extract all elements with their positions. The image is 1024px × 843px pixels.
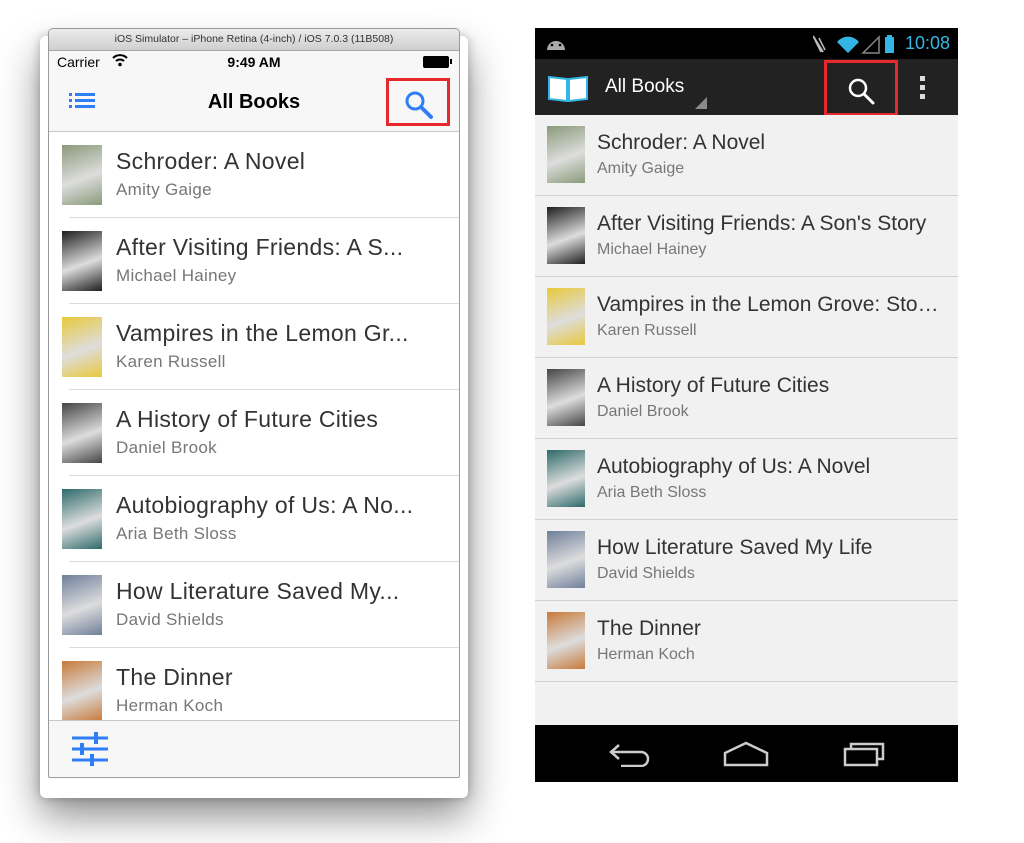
- list-item[interactable]: Schroder: A Novel Amity Gaige: [49, 132, 459, 218]
- book-cover: [547, 126, 585, 183]
- book-title: After Visiting Friends: A S...: [116, 234, 404, 260]
- android-action-bar: All Books: [535, 59, 958, 116]
- book-author: Aria Beth Sloss: [116, 524, 237, 543]
- book-author: David Shields: [597, 565, 695, 582]
- list-item[interactable]: How Literature Saved My Life David Shiel…: [535, 520, 958, 601]
- book-title: Schroder: A Novel: [116, 148, 306, 174]
- book-author: Amity Gaige: [597, 160, 685, 177]
- book-title: Vampires in the Lemon Grove: Stori...: [597, 293, 944, 316]
- ios-book-list: Schroder: A Novel Amity Gaige After Visi…: [49, 132, 459, 734]
- list-item[interactable]: After Visiting Friends: A Son's Story Mi…: [535, 196, 958, 277]
- book-cover: [62, 575, 102, 635]
- book-author: Amity Gaige: [116, 180, 212, 199]
- book-cover: [547, 531, 585, 588]
- book-cover: [547, 612, 585, 669]
- book-title: A History of Future Cities: [597, 374, 830, 397]
- book-author: Herman Koch: [116, 696, 224, 715]
- book-cover: [62, 317, 102, 377]
- book-cover: [62, 661, 102, 721]
- home-icon[interactable]: [721, 741, 771, 767]
- android-screen: 10:08 All Books Schroder: A Novel Amity …: [535, 28, 958, 782]
- book-author: Michael Hainey: [116, 266, 237, 285]
- list-item[interactable]: Vampires in the Lemon Grove: Stori... Ka…: [535, 277, 958, 358]
- book-author: Aria Beth Sloss: [597, 484, 707, 501]
- recent-apps-icon[interactable]: [843, 739, 887, 767]
- book-title: Vampires in the Lemon Gr...: [116, 320, 409, 346]
- list-item[interactable]: A History of Future Cities Daniel Brook: [535, 358, 958, 439]
- search-icon: [405, 91, 433, 119]
- battery-icon: [423, 56, 452, 68]
- list-item[interactable]: Autobiography of Us: A Novel Aria Beth S…: [535, 439, 958, 520]
- back-icon[interactable]: [607, 741, 651, 767]
- page-title[interactable]: All Books: [605, 76, 684, 98]
- book-cover: [547, 207, 585, 264]
- signal-wifi-battery-icons: [813, 35, 894, 54]
- list-item[interactable]: Vampires in the Lemon Gr... Karen Russel…: [49, 304, 459, 390]
- book-author: Karen Russell: [116, 352, 226, 371]
- ios-bottom-toolbar: [49, 720, 459, 777]
- book-cover: [62, 231, 102, 291]
- book-title: The Dinner: [116, 664, 233, 690]
- book-author: David Shields: [116, 610, 224, 629]
- search-button[interactable]: [824, 60, 898, 116]
- spinner-indicator-icon: [695, 97, 707, 109]
- book-title: How Literature Saved My Life: [597, 536, 873, 559]
- list-item[interactable]: Schroder: A Novel Amity Gaige: [535, 115, 958, 196]
- ios-navigation-bar: All Books: [49, 73, 459, 132]
- android-status-bar: 10:08: [535, 28, 958, 59]
- status-time: 9:49 AM: [227, 54, 281, 70]
- overflow-menu-icon[interactable]: [917, 76, 927, 102]
- book-title: Autobiography of Us: A No...: [116, 492, 414, 518]
- book-cover: [547, 288, 585, 345]
- book-title: After Visiting Friends: A Son's Story: [597, 212, 927, 235]
- book-cover: [62, 489, 102, 549]
- book-cover: [62, 145, 102, 205]
- list-item[interactable]: After Visiting Friends: A S... Michael H…: [49, 218, 459, 304]
- simulator-title: iOS Simulator – iPhone Retina (4-inch) /…: [49, 29, 459, 51]
- android-navigation-bar: [535, 725, 958, 782]
- search-icon: [848, 78, 875, 105]
- book-author: Herman Koch: [597, 646, 695, 663]
- list-item[interactable]: How Literature Saved My... David Shields: [49, 562, 459, 648]
- ios-simulator-window: iOS Simulator – iPhone Retina (4-inch) /…: [48, 28, 460, 778]
- sliders-icon[interactable]: [72, 732, 108, 766]
- book-cover: [547, 369, 585, 426]
- search-button[interactable]: [386, 78, 450, 126]
- book-title: How Literature Saved My...: [116, 578, 400, 604]
- book-title: Schroder: A Novel: [597, 131, 766, 154]
- status-time: 10:08: [904, 33, 950, 53]
- ios-status-bar: Carrier 9:49 AM: [49, 51, 459, 73]
- book-cover: [547, 450, 585, 507]
- book-author: Daniel Brook: [597, 403, 689, 420]
- list-item[interactable]: The Dinner Herman Koch: [535, 601, 958, 682]
- book-cover: [62, 403, 102, 463]
- list-item[interactable]: Autobiography of Us: A No... Aria Beth S…: [49, 476, 459, 562]
- book-author: Karen Russell: [597, 322, 697, 339]
- list-item[interactable]: A History of Future Cities Daniel Brook: [49, 390, 459, 476]
- book-title: The Dinner: [597, 617, 701, 640]
- book-author: Michael Hainey: [597, 241, 707, 258]
- open-book-icon[interactable]: [547, 74, 589, 102]
- android-book-list: Schroder: A Novel Amity Gaige After Visi…: [535, 115, 958, 682]
- android-notification-icon: [547, 41, 565, 50]
- book-author: Daniel Brook: [116, 438, 217, 457]
- book-title: Autobiography of Us: A Novel: [597, 455, 871, 478]
- book-title: A History of Future Cities: [116, 406, 379, 432]
